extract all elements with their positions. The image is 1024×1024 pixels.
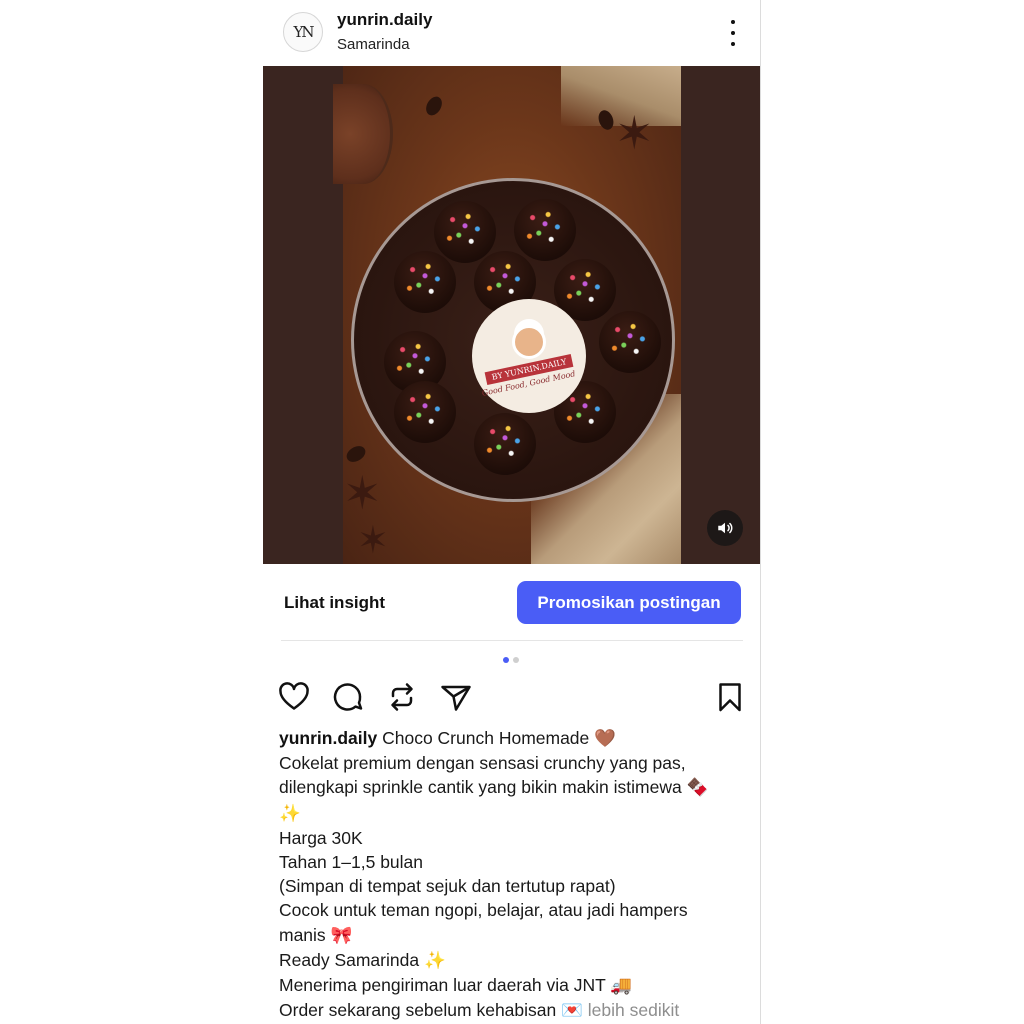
sparkles-icon: ✨ <box>423 950 446 971</box>
cocoa-bowl <box>333 84 393 184</box>
caption-line: Ready Samarinda <box>279 949 420 970</box>
caption-line: Tahan 1–1,5 bulan <box>279 852 424 873</box>
coffee-bean <box>422 93 446 119</box>
volume-icon[interactable] <box>707 510 743 546</box>
caption-username[interactable]: yunrin.daily <box>279 728 377 748</box>
choco-ball <box>394 381 456 443</box>
post-location[interactable]: Samarinda <box>337 36 410 53</box>
caption-line: Cocok untuk teman ngopi, belajar, atau j… <box>279 900 688 921</box>
chocolate-icon: 🍫 <box>686 778 709 799</box>
ribbon-icon: 🎀 <box>330 925 353 946</box>
coffee-bean <box>343 442 369 466</box>
brand-sticker: BY YUNRIN.DAILY Good Food, Good Mood <box>472 299 586 413</box>
caption-line: manis <box>279 924 326 945</box>
repost-icon[interactable] <box>385 680 419 714</box>
chef-mascot <box>512 324 546 359</box>
brown-heart-icon: 🤎 <box>594 729 616 749</box>
caption-line: (Simpan di tempat sejuk dan tertutup rap… <box>279 876 616 897</box>
promote-post-button[interactable]: Promosikan postingan <box>517 581 741 624</box>
post-media[interactable]: ✶ ✶ ✶ BY YUNRIN.DAILY Good Food, Good Mo… <box>263 66 760 564</box>
avatar-monogram: YN <box>293 23 314 41</box>
sparkles-icon: ✨ <box>279 803 301 824</box>
heart-icon[interactable] <box>277 680 311 714</box>
caption-line: Order sekarang sebelum kehabisan <box>279 1000 557 1021</box>
choco-ball <box>514 199 576 261</box>
show-less-link[interactable]: lebih sedikit <box>588 1000 679 1020</box>
caption-price: Harga 30K <box>279 827 363 848</box>
bookmark-icon[interactable] <box>713 680 747 714</box>
star-anise: ✶ <box>357 520 389 562</box>
carousel-indicator <box>503 657 519 663</box>
avatar[interactable]: YN <box>283 12 323 52</box>
more-options-icon[interactable] <box>721 20 745 46</box>
star-anise: ✶ <box>343 467 382 519</box>
caption-line: Cokelat premium dengan sensasi crunchy y… <box>279 753 686 774</box>
caption-line: dilengkapi sprinkle cantik yang bikin ma… <box>279 777 682 798</box>
post: YN yunrin.daily Samarinda ✶ ✶ ✶ BY YUNRI… <box>263 0 760 1024</box>
divider <box>281 640 743 641</box>
post-username[interactable]: yunrin.daily <box>337 10 432 30</box>
carousel-dot <box>513 657 519 663</box>
view-insights-link[interactable]: Lihat insight <box>284 593 385 613</box>
delivery-truck-icon: 🚚 <box>610 976 633 997</box>
choco-ball <box>434 201 496 263</box>
product-photo: ✶ ✶ ✶ BY YUNRIN.DAILY Good Food, Good Mo… <box>333 66 681 564</box>
love-letter-icon: 💌 <box>561 1001 583 1022</box>
post-caption: yunrin.daily Choco Crunch Homemade 🤎 Cok… <box>279 726 749 1023</box>
choco-ball <box>474 413 536 475</box>
comment-icon[interactable] <box>331 680 365 714</box>
content-divider <box>760 0 761 1024</box>
caption-title: Choco Crunch Homemade <box>382 728 590 748</box>
post-header: YN yunrin.daily Samarinda <box>263 0 760 66</box>
insight-row: Lihat insight Promosikan postingan <box>263 564 760 640</box>
carousel-dot-active <box>503 657 509 663</box>
caption-line: Menerima pengiriman luar daerah via JNT <box>279 975 606 996</box>
choco-ball <box>394 251 456 313</box>
choco-ball <box>599 311 661 373</box>
star-anise: ✶ <box>615 107 654 159</box>
cookie-tray: BY YUNRIN.DAILY Good Food, Good Mood <box>351 178 675 502</box>
action-bar <box>263 676 760 720</box>
send-icon[interactable] <box>439 680 473 714</box>
